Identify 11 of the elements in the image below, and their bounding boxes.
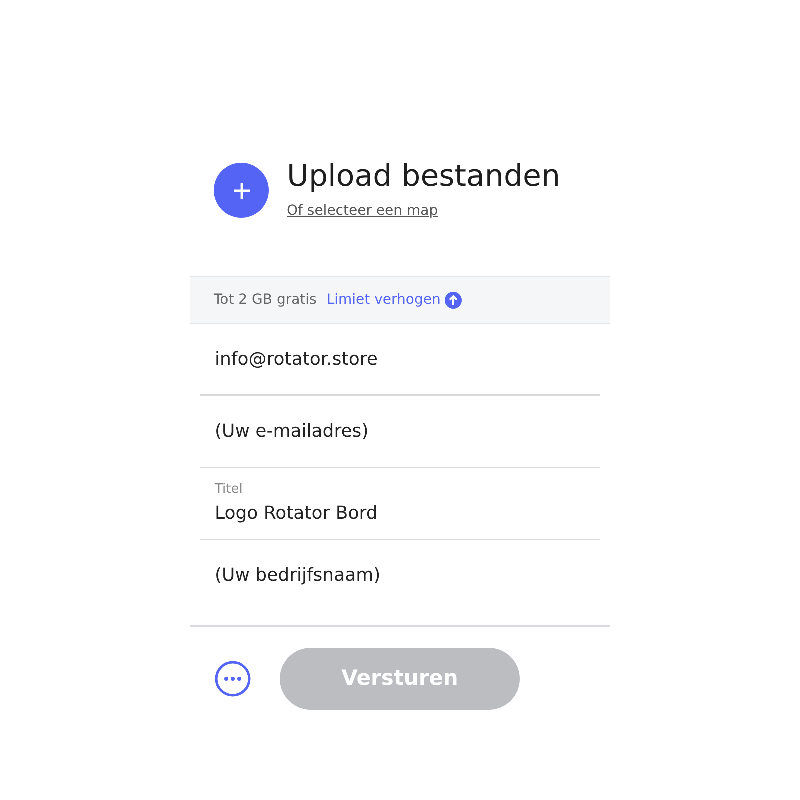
field-label: Titel [215,481,244,500]
select-folder-link[interactable]: Of selecteer een map [287,201,560,222]
upload-title: Upload bestanden [287,160,560,193]
input-field[interactable]: Logo Rotator Bord [215,500,575,527]
plus-icon [232,180,252,200]
more-options-icon[interactable] [214,660,252,698]
limit-text: Tot 2 GB gratis [214,290,317,310]
input-field[interactable]: (Uw bedrijfsnaam) [215,562,575,589]
input-field[interactable]: (Uw e-mailadres) [215,418,575,445]
input-field[interactable]: info@rotator.store [215,346,575,372]
raise-limit-link[interactable]: Limiet verhogen [326,290,441,310]
